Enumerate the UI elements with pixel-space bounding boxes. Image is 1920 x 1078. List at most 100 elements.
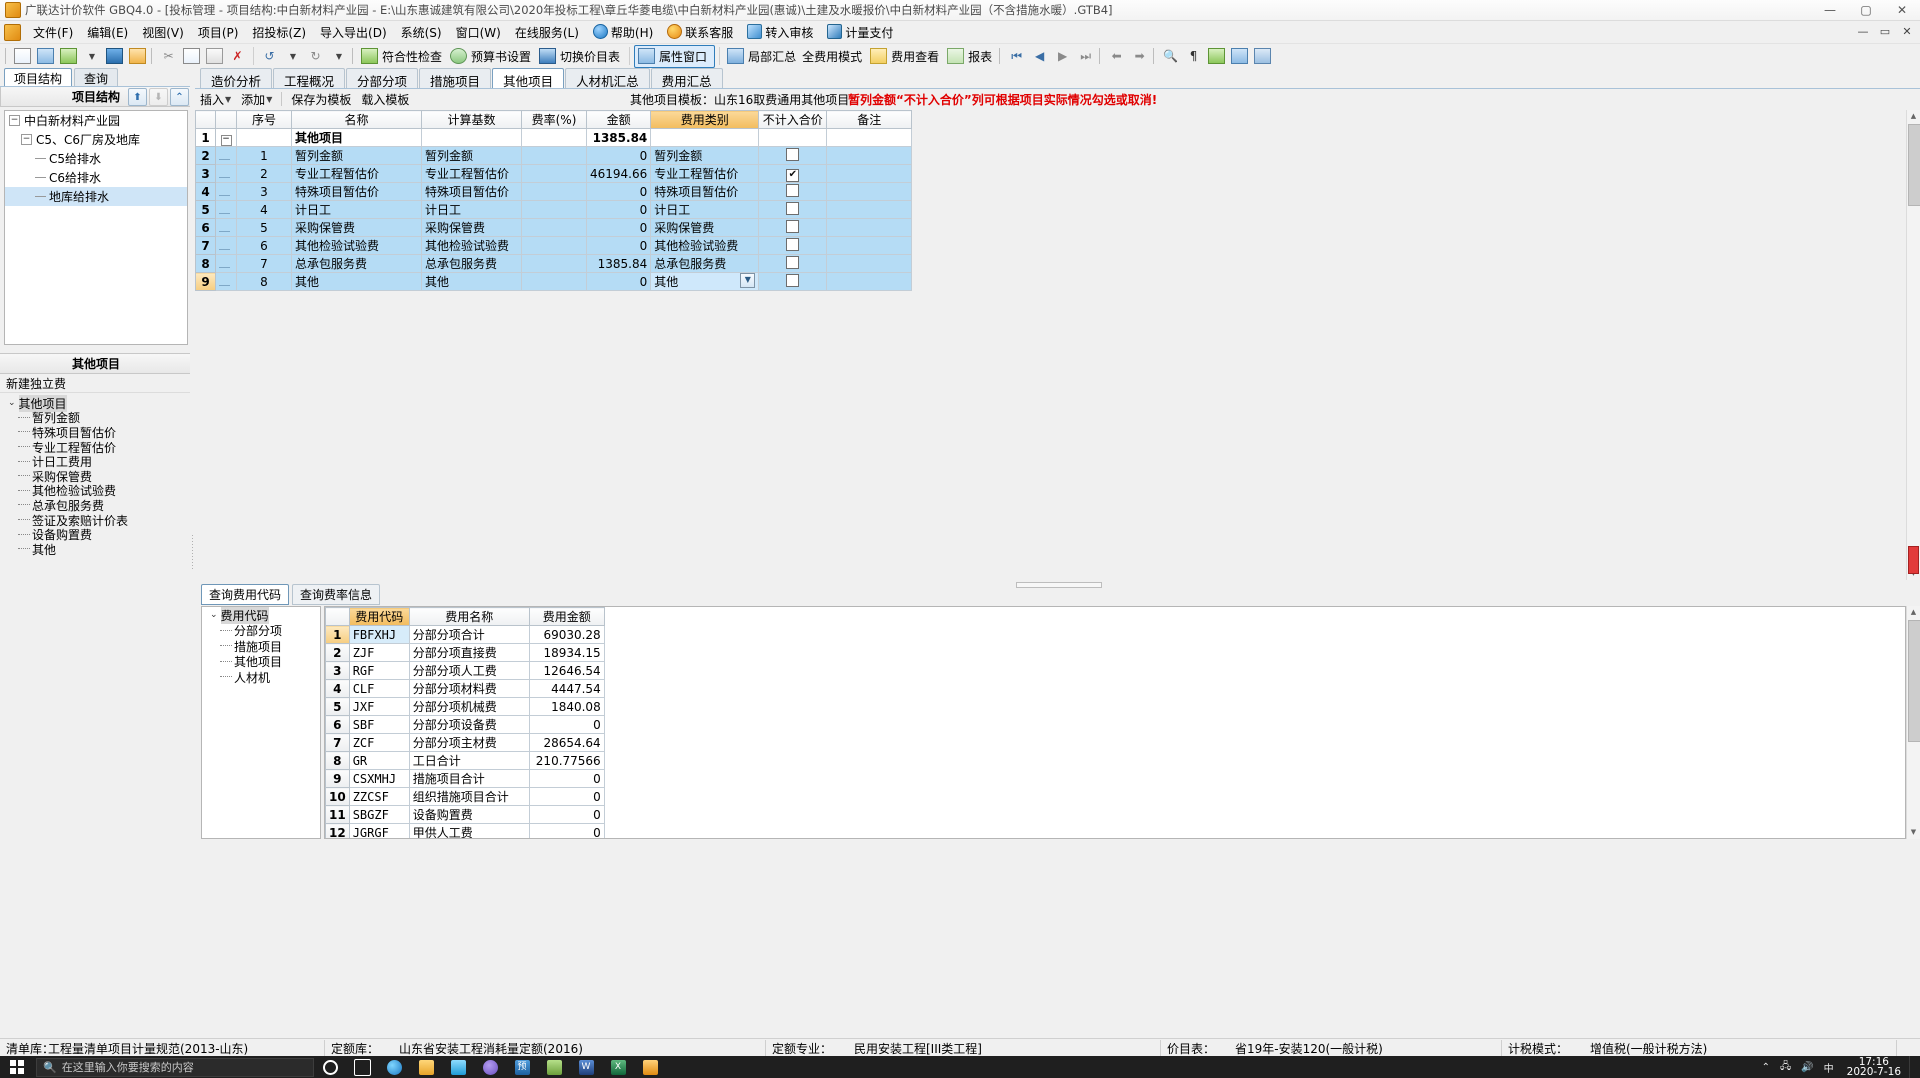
cell-calc-base[interactable]: 采购保管费	[421, 218, 522, 237]
scroll-up-icon[interactable]: ▲	[1907, 606, 1920, 619]
tab-fee-summary[interactable]: 费用汇总	[650, 68, 723, 89]
list-item[interactable]: 专业工程暂估价	[0, 440, 192, 455]
cell-name[interactable]: 分部分项人工费	[408, 661, 530, 680]
cell-amount[interactable]: 0	[585, 182, 652, 201]
cell-amount[interactable]: 0	[528, 715, 605, 734]
table-row[interactable]: 6 SBF 分部分项设备费 0	[325, 715, 605, 734]
cell-calc-base[interactable]: 总承包服务费	[421, 254, 522, 273]
col-amount[interactable]: 金额	[585, 110, 652, 129]
bottom-grid-scrollbar[interactable]: ▲ ▼	[1906, 606, 1920, 839]
find-button[interactable]: 🔍	[1160, 46, 1181, 67]
cell-name[interactable]: 分部分项设备费	[408, 715, 530, 734]
table-row[interactable]: 9 8 其他 其他 0 ▼ 其他	[195, 272, 913, 291]
toolbar-grip-4[interactable]	[999, 48, 1003, 64]
report-button[interactable]: 报表	[944, 46, 997, 67]
exclude-checkbox[interactable]	[786, 147, 800, 161]
cell-amount[interactable]: 0	[585, 236, 652, 255]
mdi-minimize-button[interactable]: —	[1852, 22, 1874, 40]
store-app[interactable]	[442, 1056, 474, 1078]
cell-category[interactable]: 总承包服务费	[650, 254, 760, 273]
cell-amount[interactable]: 1385.84	[585, 254, 652, 273]
list-item[interactable]: 总承包服务费	[0, 498, 192, 513]
toolbar-grip-6[interactable]	[1153, 48, 1157, 64]
col-fee-amount[interactable]: 费用金额	[528, 607, 605, 626]
cell-name[interactable]: 暂列金额	[291, 146, 422, 165]
cell-code[interactable]: ZZCSF	[348, 787, 410, 806]
cell-exclude[interactable]	[758, 200, 828, 219]
volume-icon[interactable]: 🔊	[1796, 1062, 1818, 1073]
exclude-checkbox[interactable]	[786, 201, 800, 215]
toolbar-grip-5[interactable]	[1099, 48, 1103, 64]
toolbar-grip-2[interactable]	[151, 48, 154, 64]
col-name[interactable]: 名称	[291, 110, 422, 129]
cell-amount[interactable]: 12646.54	[528, 661, 605, 680]
cell-calc-base[interactable]: 特殊项目暂估价	[421, 182, 522, 201]
tab-other-items[interactable]: 其他项目	[492, 68, 565, 89]
tab-subdivision[interactable]: 分部分项	[346, 68, 419, 89]
switch-price-list-button[interactable]: 切换价目表	[536, 46, 625, 67]
search-input[interactable]: 🔍 在这里输入你要搜索的内容	[36, 1057, 314, 1077]
tree-node-c6-plumbing[interactable]: C6给排水	[5, 168, 187, 187]
cell-code[interactable]: GR	[348, 751, 410, 770]
col-fee-code[interactable]: 费用代码	[348, 607, 410, 626]
cell-remark[interactable]	[826, 200, 913, 219]
load-template-button[interactable]: 载入模板	[356, 90, 414, 109]
misc-app[interactable]	[538, 1056, 570, 1078]
cell-code[interactable]: JXF	[348, 697, 410, 716]
tab-project-overview[interactable]: 工程概况	[273, 68, 346, 89]
redo-button[interactable]: ↻	[305, 46, 326, 67]
clock[interactable]: 17:16 2020-7-16	[1839, 1057, 1909, 1078]
gbq2-app[interactable]	[634, 1056, 666, 1078]
new-file-button[interactable]	[12, 46, 33, 67]
cell-name[interactable]: 特殊项目暂估价	[291, 182, 422, 201]
move-down-button[interactable]: ⬇	[149, 88, 168, 106]
gbq-app[interactable]: 预	[506, 1056, 538, 1078]
cell-category[interactable]: 其他检验试验费	[650, 236, 760, 255]
col-expander[interactable]	[215, 110, 237, 129]
cell-code[interactable]: ZCF	[348, 733, 410, 752]
tray-expand-icon[interactable]: ⌃	[1757, 1062, 1775, 1073]
budget-settings-button[interactable]: 预算书设置	[447, 46, 536, 67]
menu-window[interactable]: 窗口(W)	[449, 22, 508, 43]
cell-name[interactable]: 分部分项主材费	[408, 733, 530, 752]
tree-node-c5-plumbing[interactable]: C5给排水	[5, 149, 187, 168]
cell-amount[interactable]: 18934.15	[528, 643, 605, 662]
cell-category[interactable]	[650, 128, 760, 147]
cell-name[interactable]: 分部分项机械费	[408, 697, 530, 716]
exclude-checkbox[interactable]	[786, 183, 800, 197]
col-fee-category[interactable]: 费用类别	[650, 110, 760, 129]
copy-button[interactable]	[181, 46, 202, 67]
grid2-button[interactable]	[1229, 46, 1250, 67]
list-item[interactable]: 分部分项	[202, 623, 320, 639]
cell-remark[interactable]	[826, 164, 913, 183]
exclude-checkbox[interactable]	[786, 255, 800, 269]
cell-amount[interactable]: 46194.66	[585, 164, 652, 183]
table-row[interactable]: 4 CLF 分部分项材料费 4447.54	[325, 679, 605, 698]
cell-name[interactable]: 采购保管费	[291, 218, 422, 237]
cell-name[interactable]: 分部分项材料费	[408, 679, 530, 698]
cell-amount[interactable]: 0	[585, 272, 652, 291]
table-row[interactable]: 4 3 特殊项目暂估价 特殊项目暂估价 0 特殊项目暂估价	[195, 182, 913, 201]
cell-code[interactable]: CSXMHJ	[348, 769, 410, 788]
table-row[interactable]: 8 GR 工日合计 210.77566	[325, 751, 605, 770]
cell-category[interactable]: 采购保管费	[650, 218, 760, 237]
cell-exclude[interactable]: ✔	[758, 164, 828, 183]
show-desktop-button[interactable]	[1909, 1056, 1916, 1078]
exclude-checkbox[interactable]	[786, 237, 800, 251]
table-row[interactable]: 7 6 其他检验试验费 其他检验试验费 0 其他检验试验费	[195, 236, 913, 255]
cell-code[interactable]: JGRGF	[348, 823, 410, 838]
table-row[interactable]: 8 7 总承包服务费 总承包服务费 1385.84 总承包服务费	[195, 254, 913, 273]
clock-app[interactable]	[474, 1056, 506, 1078]
menu-online-service[interactable]: 在线服务(L)	[508, 22, 586, 43]
chevron-down-icon[interactable]: ⌄	[210, 610, 218, 620]
cell-name[interactable]: 计日工	[291, 200, 422, 219]
cell-rate[interactable]	[521, 236, 587, 255]
new-independent-fee-button[interactable]: 新建独立费	[0, 374, 192, 393]
exclude-checkbox[interactable]	[786, 219, 800, 233]
cell-remark[interactable]	[826, 146, 913, 165]
cell-code[interactable]: SBGZF	[348, 805, 410, 824]
cell-amount[interactable]: 1840.08	[528, 697, 605, 716]
table-row[interactable]: 10 ZZCSF 组织措施项目合计 0	[325, 787, 605, 806]
cell-remark[interactable]	[826, 128, 913, 147]
tab-labor-material-machine[interactable]: 人材机汇总	[565, 68, 650, 89]
